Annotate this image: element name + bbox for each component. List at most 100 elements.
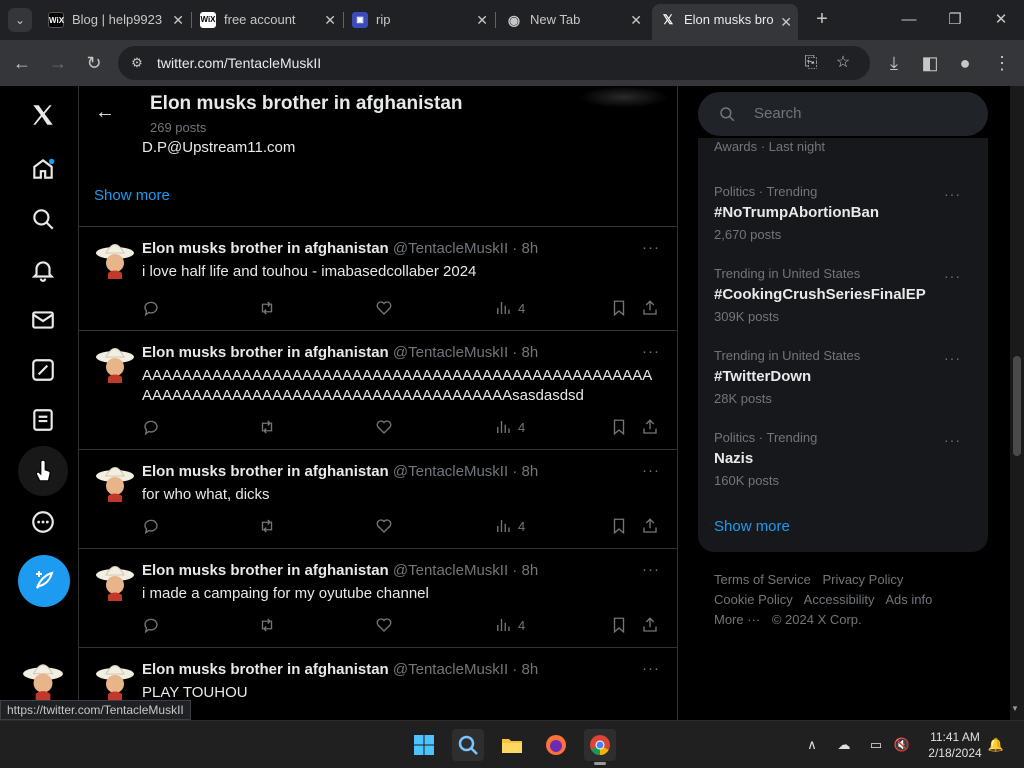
footer-more-link[interactable]: More ···: [714, 612, 760, 627]
reply-icon[interactable]: [142, 615, 160, 635]
window-close-button[interactable]: ✕: [978, 6, 1024, 34]
grok-icon[interactable]: [18, 345, 68, 395]
system-clock[interactable]: 11:41 AM 2/18/2024: [920, 729, 990, 761]
tweet-author-name[interactable]: Elon musks brother in afghanistan: [142, 344, 389, 361]
page-scrollbar[interactable]: [1010, 86, 1024, 720]
menu-kebab-icon[interactable]: ⋮: [988, 49, 1016, 77]
close-icon[interactable]: ✕: [780, 6, 792, 38]
search-icon[interactable]: [18, 194, 68, 244]
trend-item[interactable]: Politics · Trending #NoTrumpAbortionBan …: [714, 184, 974, 242]
restore-button[interactable]: ❐: [932, 6, 978, 34]
share-icon[interactable]: [641, 417, 659, 437]
cookie-link[interactable]: Cookie Policy: [714, 592, 793, 607]
trend-category[interactable]: Awards · Last night: [714, 139, 825, 154]
minimize-button[interactable]: —: [886, 6, 932, 34]
back-icon[interactable]: ←: [8, 49, 36, 77]
tab-4-active[interactable]: 𝕏 Elon musks bro ✕: [652, 4, 798, 40]
bookmark-icon[interactable]: [610, 516, 628, 536]
home-icon[interactable]: [18, 144, 68, 194]
close-icon[interactable]: ✕: [476, 6, 488, 34]
close-icon[interactable]: ✕: [172, 6, 184, 34]
repost-icon[interactable]: [258, 417, 276, 437]
bookmark-icon[interactable]: [610, 417, 628, 437]
trends-show-more-link[interactable]: Show more: [714, 518, 790, 535]
share-icon[interactable]: [641, 516, 659, 536]
tweet[interactable]: Elon musks brother in afghanistan @Tenta…: [79, 450, 677, 548]
more-circle-icon[interactable]: [18, 497, 68, 547]
privacy-link[interactable]: Privacy Policy: [822, 572, 903, 587]
terms-link[interactable]: Terms of Service: [714, 572, 811, 587]
tweet-author-name[interactable]: Elon musks brother in afghanistan: [142, 661, 389, 678]
like-icon[interactable]: [375, 615, 393, 635]
cowboy-avatar-icon[interactable]: [95, 343, 135, 383]
site-info-icon[interactable]: ⚙: [128, 54, 146, 72]
like-icon[interactable]: [375, 298, 393, 318]
onedrive-icon[interactable]: ☁: [834, 735, 854, 755]
trend-item[interactable]: Trending in United States #TwitterDown 2…: [714, 348, 974, 406]
tweet-handle-time[interactable]: @TentacleMuskII · 8h: [393, 463, 538, 480]
tweet-more-icon[interactable]: ···: [642, 561, 660, 578]
cowboy-avatar-icon[interactable]: [95, 239, 135, 279]
forward-icon[interactable]: →: [44, 49, 72, 77]
bookmark-star-icon[interactable]: ☆: [832, 52, 854, 74]
like-icon[interactable]: [375, 516, 393, 536]
volume-muted-icon[interactable]: 🔇: [892, 735, 912, 755]
address-bar[interactable]: ⚙ twitter.com/TentacleMuskII ⎘ ☆: [118, 46, 870, 80]
tweet-handle-time[interactable]: @TentacleMuskII · 8h: [393, 240, 538, 257]
tweet-more-icon[interactable]: ···: [642, 343, 660, 360]
accessibility-link[interactable]: Accessibility: [804, 592, 875, 607]
trend-more-icon[interactable]: ···: [944, 186, 961, 202]
chrome-icon[interactable]: [584, 729, 616, 765]
tweet-more-icon[interactable]: ···: [642, 239, 660, 256]
back-arrow-icon[interactable]: ←: [93, 100, 117, 124]
tab-3[interactable]: ◉ New Tab ✕: [498, 6, 648, 34]
tweet-more-icon[interactable]: ···: [642, 660, 660, 677]
tweet-handle-time[interactable]: @TentacleMuskII · 8h: [393, 661, 538, 678]
tweet[interactable]: Elon musks brother in afghanistan @Tenta…: [79, 549, 677, 647]
cowboy-avatar-icon[interactable]: [95, 462, 135, 502]
scroll-thumb[interactable]: [1013, 356, 1021, 456]
trend-more-icon[interactable]: ···: [944, 350, 961, 366]
tweet-author-name[interactable]: Elon musks brother in afghanistan: [142, 463, 389, 480]
repost-icon[interactable]: [258, 615, 276, 635]
network-icon[interactable]: ▭: [866, 735, 886, 755]
new-tab-button[interactable]: +: [810, 8, 834, 32]
notification-bell-icon[interactable]: 🔔: [986, 735, 1006, 755]
compose-post-button[interactable]: [18, 555, 70, 607]
close-icon[interactable]: ✕: [324, 6, 336, 34]
repost-icon[interactable]: [258, 516, 276, 536]
profile-icon[interactable]: ●: [951, 49, 979, 77]
account-avatar[interactable]: [22, 658, 64, 700]
firefox-icon[interactable]: [540, 729, 572, 761]
file-explorer-icon[interactable]: [496, 729, 528, 761]
x-logo-icon[interactable]: [18, 90, 68, 140]
tweet[interactable]: Elon musks brother in afghanistan @Tenta…: [79, 227, 677, 330]
cowboy-avatar-icon[interactable]: [95, 660, 135, 700]
share-icon[interactable]: [641, 615, 659, 635]
cowboy-avatar-icon[interactable]: [95, 561, 135, 601]
reply-icon[interactable]: [142, 298, 160, 318]
views-icon[interactable]: 4: [494, 516, 525, 536]
tweet-author-name[interactable]: Elon musks brother in afghanistan: [142, 562, 389, 579]
trend-more-icon[interactable]: ···: [944, 432, 961, 448]
trend-item[interactable]: Politics · Trending Nazis 160K posts: [714, 430, 974, 488]
trend-item[interactable]: Trending in United States #CookingCrushS…: [714, 266, 974, 324]
mail-icon[interactable]: [18, 295, 68, 345]
lists-icon[interactable]: [18, 395, 68, 445]
reload-icon[interactable]: ↻: [80, 49, 108, 77]
views-icon[interactable]: 4: [494, 298, 525, 318]
tweet[interactable]: Elon musks brother in afghanistan @Tenta…: [79, 331, 677, 449]
reply-icon[interactable]: [142, 417, 160, 437]
chevron-up-icon[interactable]: ∧: [802, 735, 822, 755]
bio-show-more-link[interactable]: Show more: [94, 187, 170, 204]
bookmark-icon[interactable]: [610, 298, 628, 318]
tweet-handle-time[interactable]: @TentacleMuskII · 8h: [393, 344, 538, 361]
scroll-down-arrow-icon[interactable]: ▼: [1011, 704, 1019, 713]
reply-icon[interactable]: [142, 516, 160, 536]
tab-1[interactable]: WiX free account ✕: [192, 6, 342, 34]
views-icon[interactable]: 4: [494, 417, 525, 437]
close-icon[interactable]: ✕: [630, 6, 642, 34]
tab-0[interactable]: WiX Blog | help9923 ✕: [40, 6, 190, 34]
url-text[interactable]: twitter.com/TentacleMuskII: [157, 55, 321, 71]
taskbar-search-icon[interactable]: [452, 729, 484, 761]
